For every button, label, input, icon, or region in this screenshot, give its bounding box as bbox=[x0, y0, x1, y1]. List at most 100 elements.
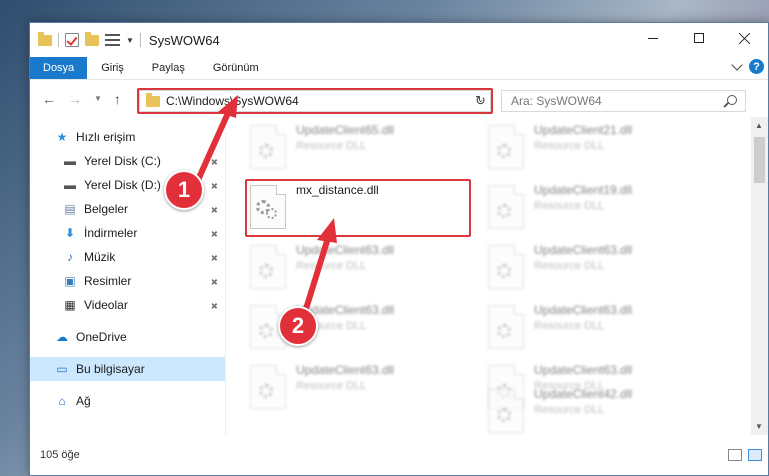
sidebar-item-onedrive[interactable]: ☁ OneDrive bbox=[30, 325, 225, 349]
file-type: Resource DLL bbox=[534, 260, 605, 272]
pin-icon[interactable]: ✚ bbox=[207, 252, 220, 265]
file-type: Resource DLL bbox=[296, 380, 367, 392]
file-type: Resource DLL bbox=[534, 320, 605, 332]
dll-file-icon bbox=[250, 125, 286, 169]
tab-view[interactable]: Görünüm bbox=[199, 57, 273, 79]
sidebar-item-quick-access[interactable]: ★ Hızlı erişim bbox=[30, 125, 225, 149]
sidebar-item-this-pc[interactable]: ▭ Bu bilgisayar bbox=[30, 357, 225, 381]
up-arrow-icon[interactable]: ↑ bbox=[114, 91, 121, 107]
file-item[interactable]: UpdateClient63.dll Resource DLL bbox=[250, 241, 475, 297]
forward-arrow-icon[interactable]: → bbox=[68, 91, 82, 107]
scroll-down-icon[interactable]: ▼ bbox=[755, 422, 763, 431]
dll-file-icon bbox=[488, 389, 524, 433]
file-name: UpdateClient63.dll bbox=[534, 303, 633, 317]
main-body: ★ Hızlı erişim ▬ Yerel Disk (C:) ✚ ▬ Yer… bbox=[30, 117, 768, 435]
file-highlight-box bbox=[245, 179, 471, 237]
file-name: UpdateClient19.dll bbox=[534, 183, 633, 197]
recent-locations-chevron-icon[interactable]: ▼ bbox=[94, 94, 102, 103]
pin-icon[interactable]: ✚ bbox=[207, 276, 220, 289]
download-icon: ⬇ bbox=[64, 226, 76, 240]
sidebar-item-label: Ağ bbox=[76, 394, 91, 408]
documents-icon: ▤ bbox=[64, 202, 76, 216]
customize-toolbar-icon[interactable] bbox=[105, 34, 120, 46]
pin-icon[interactable]: ✚ bbox=[207, 300, 220, 313]
tab-share[interactable]: Paylaş bbox=[138, 57, 199, 79]
dll-file-icon bbox=[250, 245, 286, 289]
pin-icon[interactable]: ✚ bbox=[207, 180, 220, 193]
file-type: Resource DLL bbox=[296, 140, 367, 152]
search-icon[interactable] bbox=[727, 95, 737, 105]
tab-file[interactable]: Dosya bbox=[30, 57, 88, 79]
back-arrow-icon[interactable]: ← bbox=[42, 91, 56, 107]
minimize-button[interactable] bbox=[630, 23, 676, 53]
file-item[interactable]: UpdateClient63.dll Resource DLL bbox=[250, 361, 475, 417]
gear-icon bbox=[259, 264, 273, 278]
maximize-icon bbox=[694, 33, 704, 43]
help-icon[interactable]: ? bbox=[749, 59, 764, 74]
explorer-window: ▼ SysWOW64 Dosya Giriş Paylaş Görünüm ? … bbox=[29, 22, 769, 476]
file-item[interactable]: UpdateClient19.dll Resource DLL bbox=[488, 181, 713, 237]
gear-icon bbox=[497, 204, 511, 218]
dll-file-icon bbox=[250, 365, 286, 409]
status-bar: 105 öğe bbox=[30, 435, 768, 475]
sidebar-item-downloads[interactable]: ⬇ İndirmeler ✚ bbox=[30, 221, 225, 245]
large-icons-view-icon[interactable] bbox=[748, 449, 762, 461]
close-icon bbox=[739, 32, 751, 44]
toolbar-separator bbox=[58, 33, 59, 47]
tab-home[interactable]: Giriş bbox=[87, 57, 138, 79]
pin-icon[interactable]: ✚ bbox=[207, 204, 220, 217]
search-input[interactable]: Ara: SysWOW64 bbox=[501, 90, 746, 112]
cloud-icon: ☁ bbox=[56, 330, 68, 344]
view-switcher bbox=[728, 449, 762, 461]
file-item[interactable]: UpdateClient21.dll Resource DLL bbox=[488, 121, 713, 177]
file-name: UpdateClient65.dll bbox=[296, 123, 395, 137]
network-icon: ⌂ bbox=[58, 394, 66, 408]
close-button[interactable] bbox=[722, 23, 768, 53]
sidebar-item-label: Hızlı erişim bbox=[76, 130, 136, 144]
videos-icon: ▦ bbox=[64, 298, 76, 312]
sidebar-item-network[interactable]: ⌂ Ağ bbox=[30, 389, 225, 413]
dll-file-icon bbox=[488, 305, 524, 349]
details-view-icon[interactable] bbox=[728, 449, 742, 461]
file-item[interactable]: UpdateClient42.dll Resource DLL bbox=[488, 385, 713, 441]
sidebar-item-label: Belgeler bbox=[84, 202, 129, 216]
maximize-button[interactable] bbox=[676, 23, 722, 53]
sidebar-item-music[interactable]: ♪ Müzik ✚ bbox=[30, 245, 225, 269]
pin-icon[interactable]: ✚ bbox=[207, 156, 220, 169]
sidebar-item-videos[interactable]: ▦ Videolar ✚ bbox=[30, 293, 225, 317]
expand-ribbon-icon[interactable] bbox=[731, 59, 743, 71]
sidebar-item-label: Videolar bbox=[84, 298, 128, 312]
file-item[interactable]: UpdateClient63.dll Resource DLL bbox=[488, 301, 713, 357]
gear-icon bbox=[497, 324, 511, 338]
navigation-pane: ★ Hızlı erişim ▬ Yerel Disk (C:) ✚ ▬ Yer… bbox=[30, 117, 226, 435]
gear-icon bbox=[259, 324, 273, 338]
sidebar-item-label: İndirmeler bbox=[84, 226, 138, 240]
properties-check-icon[interactable] bbox=[65, 33, 79, 47]
file-name: UpdateClient63.dll bbox=[534, 363, 633, 377]
drive-icon: ▬ bbox=[64, 154, 76, 168]
music-icon: ♪ bbox=[67, 250, 73, 264]
sidebar-item-pictures[interactable]: ▣ Resimler ✚ bbox=[30, 269, 225, 293]
navigation-buttons: ← → ▼ ↑ bbox=[30, 91, 140, 107]
file-type: Resource DLL bbox=[534, 404, 605, 416]
file-item[interactable]: UpdateClient65.dll Resource DLL bbox=[250, 121, 475, 177]
ribbon-right-controls: ? bbox=[731, 59, 764, 74]
scrollbar-thumb[interactable] bbox=[754, 137, 765, 183]
file-name: UpdateClient42.dll bbox=[534, 387, 633, 401]
window-title: SysWOW64 bbox=[148, 32, 220, 48]
callout-badge-2: 2 bbox=[278, 306, 318, 346]
sidebar-item-label: Yerel Disk (C:) bbox=[84, 154, 161, 168]
pin-icon[interactable]: ✚ bbox=[207, 228, 220, 241]
file-item[interactable]: UpdateClient63.dll Resource DLL bbox=[488, 241, 713, 297]
chevron-down-icon[interactable]: ▼ bbox=[126, 36, 134, 45]
dll-file-icon bbox=[488, 125, 524, 169]
vertical-scrollbar[interactable]: ▲ ▼ bbox=[751, 117, 768, 435]
star-icon: ★ bbox=[56, 130, 68, 144]
new-folder-icon[interactable] bbox=[85, 31, 99, 46]
address-highlight-box bbox=[137, 88, 493, 114]
gear-icon bbox=[497, 144, 511, 158]
scroll-up-icon[interactable]: ▲ bbox=[755, 121, 763, 130]
item-count: 105 öğe bbox=[40, 449, 80, 461]
sidebar-item-local-disk-c[interactable]: ▬ Yerel Disk (C:) ✚ bbox=[30, 149, 225, 173]
ribbon-tabs: Dosya Giriş Paylaş Görünüm ? bbox=[30, 57, 768, 79]
